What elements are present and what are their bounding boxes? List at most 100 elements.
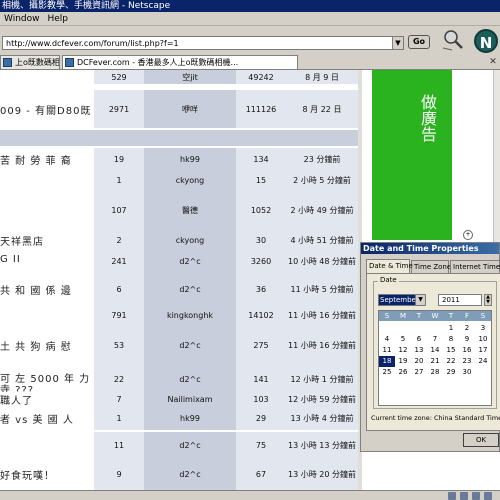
year-stepper[interactable]: 2011 — [438, 294, 482, 306]
calendar-day[interactable]: 4 — [379, 334, 395, 345]
thread-title[interactable] — [0, 70, 92, 84]
thread-author[interactable]: ckyong — [144, 230, 236, 250]
calendar-day[interactable]: 30 — [459, 367, 475, 378]
chevron-down-icon[interactable]: ▼ — [415, 295, 425, 305]
thread-author[interactable]: hk99 — [144, 406, 236, 430]
calendar-day[interactable]: 7 — [427, 334, 443, 345]
calendar-day[interactable]: 24 — [475, 356, 491, 367]
table-row[interactable]: 529 空jit 49242 8 月 9 日 — [0, 70, 362, 84]
ok-button[interactable]: OK — [463, 433, 499, 447]
thread-title[interactable]: 者 vs 美 國 人 — [0, 406, 92, 430]
thread-author[interactable]: d2^c — [144, 432, 236, 458]
table-row[interactable]: 苦 耐 勞 菲 裔 19 hk99 134 23 分鐘前 — [0, 148, 362, 170]
thread-author[interactable]: d2^c — [144, 366, 236, 392]
calendar-day[interactable]: 9 — [459, 334, 475, 345]
calendar-day[interactable]: 6 — [411, 334, 427, 345]
tab-internet-time[interactable]: Internet Time — [450, 260, 500, 273]
tab-date-time[interactable]: Date & Time — [366, 259, 413, 273]
table-row[interactable]: 11 d2^c 75 13 小時 13 分鐘前 — [0, 432, 362, 458]
calendar: SMTWTFS 1 2 3 4 5 6 7 8 9 10 11 12 13 14 15 16 17 18 19 20 2… — [378, 310, 492, 406]
thread-author[interactable]: 空jit — [144, 70, 236, 84]
table-row[interactable]: 791 kingkonghk 14102 11 小時 16 分鐘前 — [0, 306, 362, 324]
last-post-time: 4 小時 51 分鐘前 — [286, 230, 358, 250]
thread-author[interactable]: d2^c — [144, 458, 236, 490]
thread-author[interactable]: d2^c — [144, 272, 236, 306]
table-row[interactable]: 職人了 7 Nailimixam 103 12 小時 59 分鐘前 — [0, 392, 362, 406]
menu-window[interactable]: Window — [0, 12, 44, 26]
tab-first[interactable]: 上o既數碼相機... — [0, 55, 60, 69]
year-spinner-icon[interactable]: ▲ ▼ — [484, 294, 492, 306]
calendar-day[interactable]: 17 — [475, 345, 491, 356]
table-row[interactable]: 1 ckyong 15 2 小時 5 分鐘前 — [0, 170, 362, 190]
calendar-day[interactable]: 5 — [395, 334, 411, 345]
thread-title[interactable]: 可 左 5000 年 力寺 ??? — [0, 366, 92, 392]
calendar-day[interactable]: 14 — [427, 345, 443, 356]
calendar-day[interactable]: 25 — [379, 367, 395, 378]
calendar-day[interactable]: 2 — [459, 323, 475, 334]
table-row[interactable]: 天祥黑店 2 ckyong 30 4 小時 51 分鐘前 — [0, 230, 362, 250]
calendar-day[interactable]: 21 — [427, 356, 443, 367]
thread-author[interactable]: Nailimixam — [144, 392, 236, 406]
close-tab-icon[interactable]: ✕ — [488, 57, 498, 67]
calendar-day[interactable]: 26 — [395, 367, 411, 378]
thread-title[interactable]: 009 - 有關D80既 — [0, 90, 92, 128]
tab-active[interactable]: DCFever.com - 香港最多人上o既數碼相機... — [62, 55, 298, 69]
calendar-day[interactable]: 27 — [411, 367, 427, 378]
thread-title[interactable]: 共 和 國 係 邊 — [0, 272, 92, 306]
go-button[interactable]: Go — [408, 35, 430, 49]
calendar-day[interactable]: 15 — [443, 345, 459, 356]
tab-time-zone[interactable]: Time Zone — [411, 260, 451, 273]
view-count: 134 — [236, 148, 286, 170]
thread-author[interactable]: d2^c — [144, 324, 236, 366]
calendar-day[interactable]: 12 — [395, 345, 411, 356]
calendar-day[interactable]: 3 — [475, 323, 491, 334]
thread-author[interactable]: 咿咩 — [144, 90, 236, 128]
thread-title[interactable]: 苦 耐 勞 菲 裔 — [0, 148, 92, 170]
table-row[interactable]: G II 241 d2^c 3260 10 小時 48 分鐘前 — [0, 250, 362, 272]
table-row[interactable]: 共 和 國 係 邊 6 d2^c 36 11 小時 5 分鐘前 — [0, 272, 362, 306]
thread-author[interactable]: hk99 — [144, 148, 236, 170]
thread-title[interactable]: 土 共 狗 病 慰 — [0, 324, 92, 366]
calendar-day[interactable]: 8 — [443, 334, 459, 345]
calendar-day[interactable]: 11 — [379, 345, 395, 356]
calendar-day[interactable]: 20 — [411, 356, 427, 367]
view-count: 49242 — [236, 70, 286, 84]
menu-help[interactable]: Help — [44, 12, 73, 26]
calendar-day[interactable]: 13 — [411, 345, 427, 356]
calendar-day[interactable]: 29 — [443, 367, 459, 378]
table-row[interactable]: 可 左 5000 年 力寺 ??? 22 d2^c 141 12 小時 1 分鐘前 — [0, 366, 362, 392]
calendar-day[interactable]: 18 — [379, 356, 395, 367]
thread-title[interactable]: 天祥黑店 — [0, 230, 92, 250]
month-select[interactable]: September ▼ — [378, 294, 426, 306]
thread-author[interactable]: ckyong — [144, 170, 236, 190]
ad-info-icon[interactable]: + — [463, 230, 473, 240]
table-row[interactable]: 者 vs 美 國 人 1 hk99 29 13 小時 4 分鐘前 — [0, 406, 362, 430]
thread-author[interactable]: kingkonghk — [144, 306, 236, 324]
thread-title[interactable] — [0, 306, 92, 324]
thread-title[interactable] — [0, 432, 92, 458]
table-row[interactable]: 好食玩嘆！ 9 d2^c 67 13 小時 20 分鐘前 — [0, 458, 362, 490]
calendar-day[interactable]: 22 — [443, 356, 459, 367]
table-row[interactable]: 107 醫德 1052 2 小時 49 分鐘前 — [0, 190, 362, 230]
url-dropdown-icon[interactable]: ▼ — [392, 37, 403, 49]
ad-scrollbar[interactable] — [493, 70, 500, 242]
table-row[interactable]: 土 共 狗 病 慰 53 d2^c 275 11 小時 16 分鐘前 — [0, 324, 362, 366]
calendar-day[interactable]: 28 — [427, 367, 443, 378]
calendar-day[interactable]: 16 — [459, 345, 475, 356]
calendar-day[interactable]: 23 — [459, 356, 475, 367]
calendar-day[interactable]: 1 — [443, 323, 459, 334]
thread-title[interactable] — [0, 170, 92, 190]
thread-title[interactable]: 職人了 — [0, 392, 92, 406]
calendar-day[interactable]: 19 — [395, 356, 411, 367]
ad-banner[interactable]: 做廣告 — [372, 70, 452, 240]
view-count: 75 — [236, 432, 286, 458]
url-input[interactable] — [2, 36, 404, 50]
thread-title[interactable]: 好食玩嘆！ — [0, 458, 92, 490]
search-icon[interactable] — [440, 28, 468, 52]
thread-title[interactable] — [0, 190, 92, 230]
thread-author[interactable]: 醫德 — [144, 190, 236, 230]
table-row[interactable]: 009 - 有關D80既 2971 咿咩 111126 8 月 22 日 — [0, 90, 362, 128]
thread-author[interactable]: d2^c — [144, 250, 236, 272]
calendar-day[interactable]: 10 — [475, 334, 491, 345]
thread-title[interactable]: G II — [0, 250, 92, 272]
